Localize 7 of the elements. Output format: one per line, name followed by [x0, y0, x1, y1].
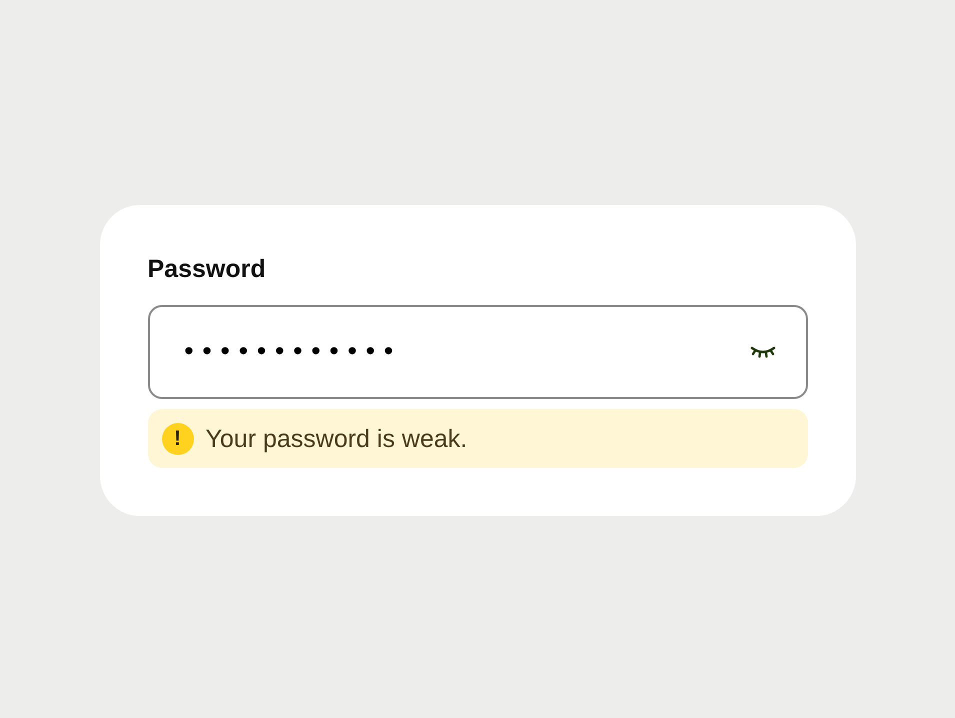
masked-password: •••••••••••• [182, 337, 400, 367]
field-label: Password [148, 254, 266, 285]
password-field[interactable]: •••••••••••• [148, 305, 808, 399]
warning-icon: ! [162, 422, 194, 454]
visibility-toggle[interactable] [750, 346, 776, 358]
closed-eye-icon [750, 346, 776, 358]
message-text: Your password is weak. [206, 424, 468, 454]
